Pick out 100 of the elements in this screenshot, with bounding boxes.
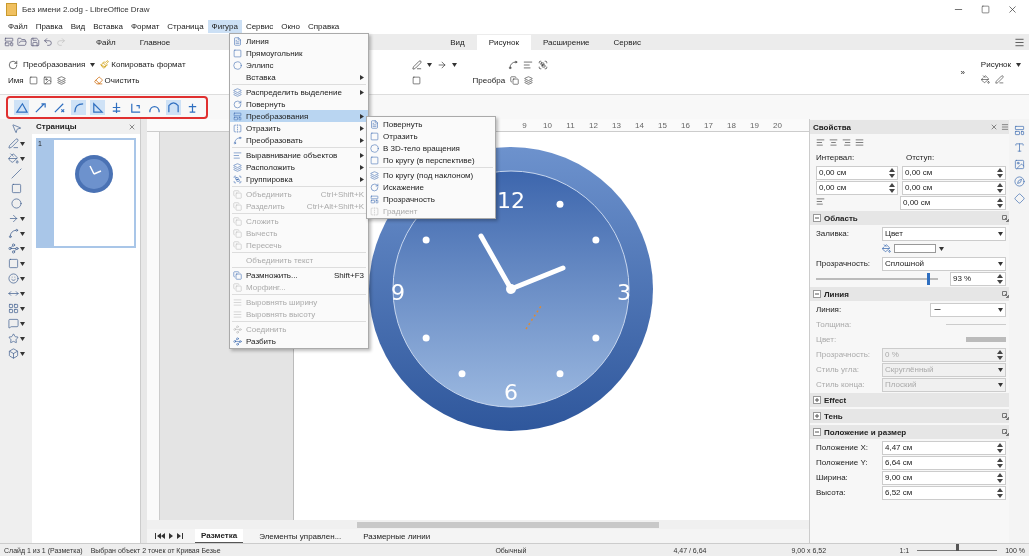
menu-item[interactable]: Линия xyxy=(230,35,368,47)
ribbon-tab[interactable]: Вид xyxy=(438,34,477,50)
collapse-icon[interactable] xyxy=(813,290,821,298)
spin-arrows-icon[interactable] xyxy=(997,442,1003,453)
ellipse-icon[interactable] xyxy=(10,198,22,209)
menu-item[interactable]: Формат xyxy=(126,19,164,33)
collapse-icon[interactable] xyxy=(813,214,821,222)
callout-icon[interactable] xyxy=(7,318,19,329)
menu-item[interactable]: Повернуть xyxy=(230,98,368,110)
overflow-button[interactable]: » xyxy=(960,67,965,77)
spin-field[interactable]: 0,00 см xyxy=(816,180,898,195)
spin-arrows-icon[interactable] xyxy=(889,182,895,193)
spin-arrows-icon[interactable] xyxy=(997,197,1003,208)
transform-button[interactable]: Преобразования xyxy=(23,60,86,69)
point-edit-button[interactable] xyxy=(71,99,86,115)
collapse-icon[interactable] xyxy=(813,428,821,436)
section-header[interactable]: Положение и размер xyxy=(810,425,1009,439)
section-header[interactable]: Тень xyxy=(810,409,1009,423)
menu-item[interactable]: Группировка xyxy=(230,173,368,185)
rectangle-icon[interactable] xyxy=(10,183,22,194)
slider-thumb[interactable] xyxy=(927,272,931,285)
more-options-icon[interactable] xyxy=(1002,412,1009,420)
ribbon-tab[interactable]: Сервис xyxy=(601,34,653,50)
menu-item[interactable]: Эллипс xyxy=(230,59,368,71)
spin-field[interactable]: 6,64 см xyxy=(882,455,1006,470)
spin-field[interactable]: 6,52 см xyxy=(882,485,1006,500)
pointer-icon[interactable] xyxy=(10,123,22,134)
menu-item[interactable]: Распределить выделение xyxy=(230,86,368,98)
expand-icon[interactable] xyxy=(813,412,821,420)
menu-item[interactable]: Сервис xyxy=(241,19,278,33)
line-icon[interactable] xyxy=(10,168,22,179)
menu-item[interactable]: В 3D-тело вращения xyxy=(367,142,495,154)
spin-field[interactable]: 0,00 см xyxy=(900,195,1006,210)
menu-item[interactable]: Выравнивание объектов xyxy=(230,149,368,161)
star-icon[interactable] xyxy=(7,333,19,344)
clear-button[interactable]: Очистить xyxy=(93,75,140,85)
ribbon-tab[interactable]: Рисунок xyxy=(476,34,531,50)
menu-item[interactable]: Правка xyxy=(31,19,67,33)
section-header[interactable]: Effect xyxy=(810,393,1009,407)
ribbon-tab[interactable]: Файл xyxy=(84,34,128,50)
expand-icon[interactable] xyxy=(813,396,821,404)
ribbon-tab[interactable]: Расширение xyxy=(530,34,602,50)
menu-item[interactable]: Отразить xyxy=(367,130,495,142)
spin-field[interactable]: 0,00 см xyxy=(816,165,898,180)
spin-arrows-icon[interactable] xyxy=(997,349,1003,360)
select-field[interactable]: Сплошной xyxy=(882,256,1006,271)
point-edit-button[interactable] xyxy=(166,99,181,115)
color-dropdown[interactable] xyxy=(882,244,944,253)
section-header[interactable]: Линия xyxy=(810,287,1009,301)
spin-field[interactable]: 93 % xyxy=(950,271,1006,286)
menu-item[interactable]: По кругу (в перспективе) xyxy=(367,154,495,166)
drawing-dropdown[interactable]: Рисунок xyxy=(980,60,1011,69)
spin-arrows-icon[interactable] xyxy=(889,167,895,178)
menu-item[interactable]: Файл xyxy=(4,19,32,33)
select-field[interactable]: Цвет xyxy=(882,226,1006,241)
slider-thumb[interactable] xyxy=(956,543,960,551)
menu-item[interactable]: Страница xyxy=(163,19,208,33)
spin-arrows-icon[interactable] xyxy=(997,457,1003,468)
line-color-icon[interactable] xyxy=(7,138,19,149)
layer-tab[interactable]: Элементы управлен... xyxy=(253,529,348,543)
transform-button[interactable]: Преобра xyxy=(472,75,506,85)
layer-tab[interactable]: Размерные линии xyxy=(357,529,437,543)
line-color-dropdown[interactable] xyxy=(966,337,1006,342)
menu-item[interactable]: Расположить xyxy=(230,161,368,173)
menu-item[interactable]: Справка xyxy=(303,19,344,33)
menu-item[interactable]: Фигура xyxy=(207,19,242,33)
menu-item[interactable]: Прямоугольник xyxy=(230,47,368,59)
menu-item[interactable]: По кругу (под наклоном) xyxy=(367,169,495,181)
more-options-icon[interactable] xyxy=(1002,428,1009,436)
menu-item[interactable]: Размножить... Shift+F3 xyxy=(230,269,368,281)
spin-arrows-icon[interactable] xyxy=(997,167,1003,178)
ribbon-tab[interactable]: Главное xyxy=(127,34,183,50)
menu-item[interactable]: Вид xyxy=(66,19,90,33)
menu-item[interactable]: Преобразования xyxy=(230,110,368,122)
more-options-icon[interactable] xyxy=(1002,214,1009,222)
spin-field[interactable]: 0,00 см xyxy=(902,165,1006,180)
shape-icon[interactable] xyxy=(7,258,19,269)
connector-icon[interactable] xyxy=(7,243,19,254)
arrow-icon[interactable] xyxy=(7,213,19,224)
menu-item[interactable]: Искажение xyxy=(367,181,495,193)
scrollbar-thumb[interactable] xyxy=(357,521,659,528)
copy-format-button[interactable]: Копировать формат xyxy=(100,60,186,69)
menu-item[interactable]: Вставка xyxy=(89,19,127,33)
more-options-icon[interactable] xyxy=(1002,290,1009,298)
menu-item[interactable]: Разбить xyxy=(230,335,368,347)
menu-item[interactable]: Преобразовать xyxy=(230,134,368,146)
section-header[interactable]: Область xyxy=(810,211,1009,225)
spin-field[interactable]: 4,47 см xyxy=(882,440,1006,455)
point-edit-button[interactable] xyxy=(90,99,105,115)
menu-item[interactable]: Окно xyxy=(277,19,304,33)
double-arrow-icon[interactable] xyxy=(7,288,19,299)
spin-field[interactable]: 0,00 см xyxy=(902,180,1006,195)
smiley-icon[interactable] xyxy=(7,273,19,284)
menu-item[interactable]: Прозрачность xyxy=(367,193,495,205)
menu-item[interactable]: Повернуть xyxy=(367,118,495,130)
menu-item[interactable]: Вставка xyxy=(230,71,368,83)
spin-field[interactable]: 9,00 см xyxy=(882,470,1006,485)
tab-navigation-icon[interactable] xyxy=(155,533,185,539)
flowchart-icon[interactable] xyxy=(7,303,19,314)
point-edit-button[interactable] xyxy=(14,99,29,115)
